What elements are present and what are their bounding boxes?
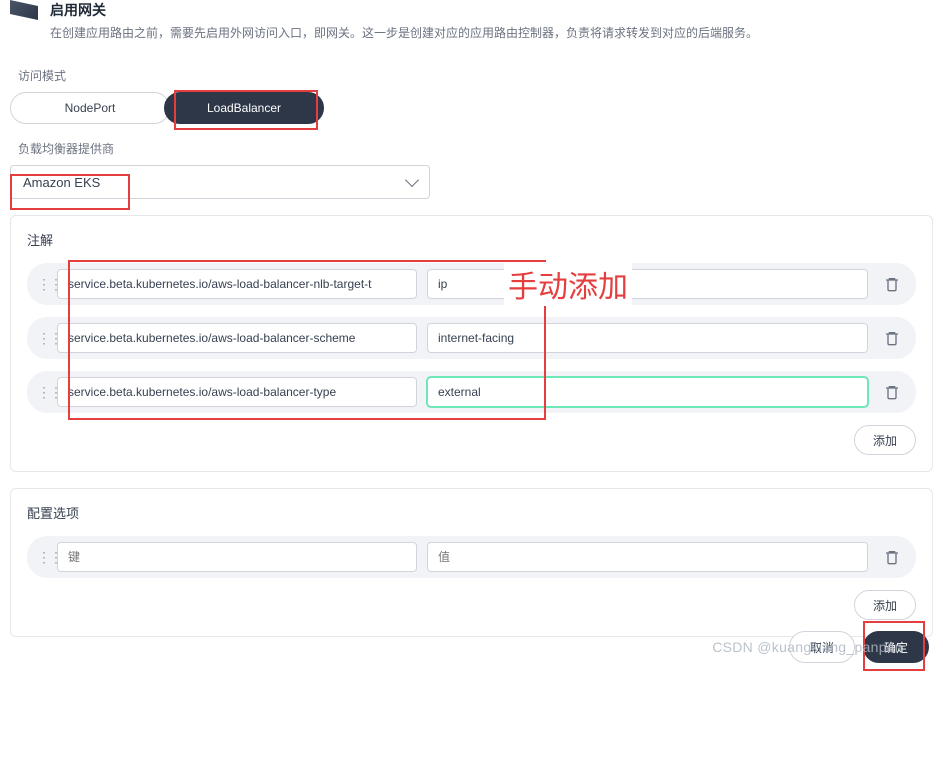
trash-icon[interactable]	[884, 549, 900, 565]
config-key-input[interactable]	[57, 542, 417, 572]
access-mode-label: 访问模式	[18, 67, 933, 84]
cancel-button[interactable]: 取消	[789, 631, 855, 663]
confirm-button[interactable]: 确定	[863, 631, 929, 663]
annotation-overlay-text: 手动添加	[504, 262, 632, 306]
trash-icon[interactable]	[884, 276, 900, 292]
gateway-icon	[10, 0, 38, 20]
drag-handle-icon[interactable]: ⋮⋮	[37, 388, 47, 396]
trash-icon[interactable]	[884, 330, 900, 346]
provider-select[interactable]: Amazon EKS	[10, 165, 430, 199]
access-mode-tabs: NodePort LoadBalancer	[10, 92, 933, 124]
annotation-row: ⋮⋮	[27, 371, 916, 413]
chevron-down-icon	[405, 173, 419, 187]
tab-loadbalancer[interactable]: LoadBalancer	[164, 92, 324, 124]
provider-value: Amazon EKS	[23, 175, 100, 190]
annotation-value-input[interactable]	[427, 269, 868, 299]
config-value-input[interactable]	[427, 542, 868, 572]
page-description: 在创建应用路由之前，需要先启用外网访问入口，即网关。这一步是创建对应的应用路由控…	[50, 24, 758, 43]
annotation-key-input[interactable]	[57, 269, 417, 299]
drag-handle-icon[interactable]: ⋮⋮	[37, 280, 47, 288]
config-row: ⋮⋮	[27, 536, 916, 578]
footer-actions: 取消 确定	[789, 631, 929, 663]
trash-icon[interactable]	[884, 384, 900, 400]
tab-nodeport[interactable]: NodePort	[10, 92, 170, 124]
annotation-value-input[interactable]	[427, 323, 868, 353]
annotation-key-input[interactable]	[57, 323, 417, 353]
add-config-button[interactable]: 添加	[854, 590, 916, 620]
drag-handle-icon[interactable]: ⋮⋮	[37, 334, 47, 342]
drag-handle-icon[interactable]: ⋮⋮	[37, 553, 47, 561]
add-annotation-button[interactable]: 添加	[854, 425, 916, 455]
page-header: 启用网关 在创建应用路由之前，需要先启用外网访问入口，即网关。这一步是创建对应的…	[10, 0, 933, 57]
annotation-key-input[interactable]	[57, 377, 417, 407]
annotation-row: ⋮⋮	[27, 317, 916, 359]
annotation-value-input[interactable]	[427, 377, 868, 407]
config-panel: 配置选项 ⋮⋮ 添加	[10, 488, 933, 637]
annotations-panel: 注解 ⋮⋮ ⋮⋮ ⋮⋮ 添加	[10, 215, 933, 472]
config-title: 配置选项	[27, 503, 916, 522]
annotation-row: ⋮⋮	[27, 263, 916, 305]
page-title: 启用网关	[50, 0, 758, 20]
annotations-title: 注解	[27, 230, 916, 249]
provider-label: 负载均衡器提供商	[18, 140, 933, 157]
